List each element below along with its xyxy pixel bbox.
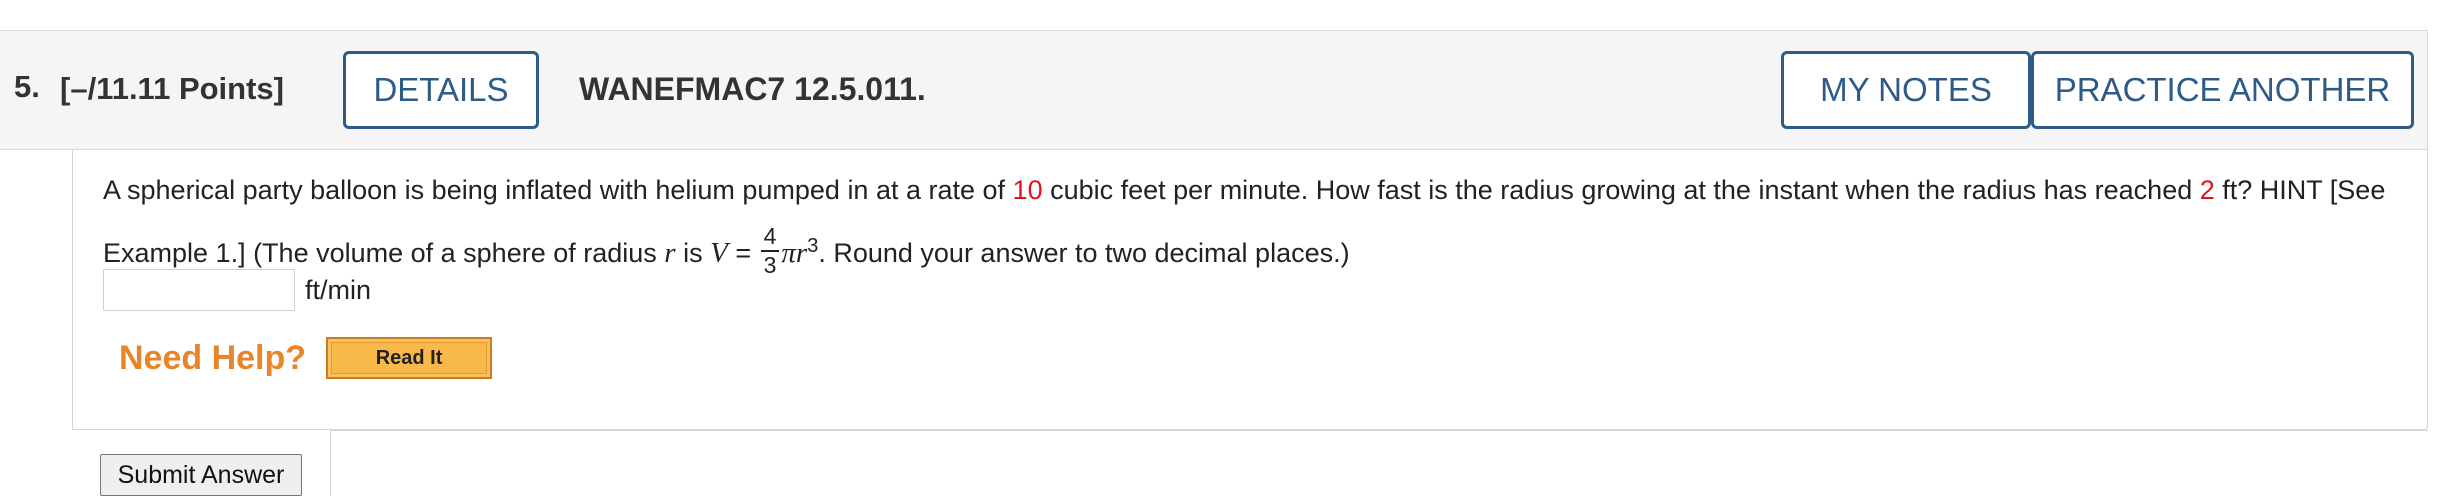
webassign-question-page: 5. [–/11.11 Points] DETAILS WANEFMAC7 12… [0,0,2454,496]
exponent: 3 [807,235,819,257]
answer-input[interactable] [103,269,295,311]
fraction-denominator: 3 [763,251,777,278]
fraction-four-thirds: 43 [760,224,780,278]
variable-v: V [710,237,728,269]
my-notes-button[interactable]: MY NOTES [1781,51,2031,129]
rate-value: 10 [1012,175,1043,205]
answer-row: ft/min [103,268,371,312]
read-it-label: Read It [331,342,488,374]
question-code: WANEFMAC7 12.5.011. [579,71,926,107]
need-help-row: Need Help? Read It [119,336,493,380]
submit-answer-button[interactable]: Submit Answer [100,454,302,496]
problem-text-part: cubic feet per minute. How fast is the r… [1042,175,2200,205]
variable-r: r [664,237,676,269]
problem-text-part: A spherical party balloon is being infla… [103,175,1013,205]
question-points: [–/11.11 Points] [60,71,284,106]
question-body: A spherical party balloon is being infla… [72,150,2428,430]
radius-value: 2 [2199,175,2215,205]
fraction-numerator: 4 [760,224,780,252]
problem-text-part: . Round your answer to two decimal place… [818,238,1350,268]
submit-area-divider [330,430,2428,496]
answer-unit: ft/min [305,274,372,305]
need-help-label: Need Help? [119,338,307,377]
pi-r: πr [781,237,808,269]
equals-sign: = [727,238,759,268]
question-header: 5. [–/11.11 Points] DETAILS WANEFMAC7 12… [0,30,2428,150]
problem-statement: A spherical party balloon is being infla… [103,162,2393,281]
question-number: 5. [14,69,40,104]
details-button[interactable]: DETAILS [343,51,539,129]
read-it-button[interactable]: Read It [326,337,493,379]
problem-text-part: is [675,238,711,268]
practice-another-button[interactable]: PRACTICE ANOTHER [2031,51,2414,129]
